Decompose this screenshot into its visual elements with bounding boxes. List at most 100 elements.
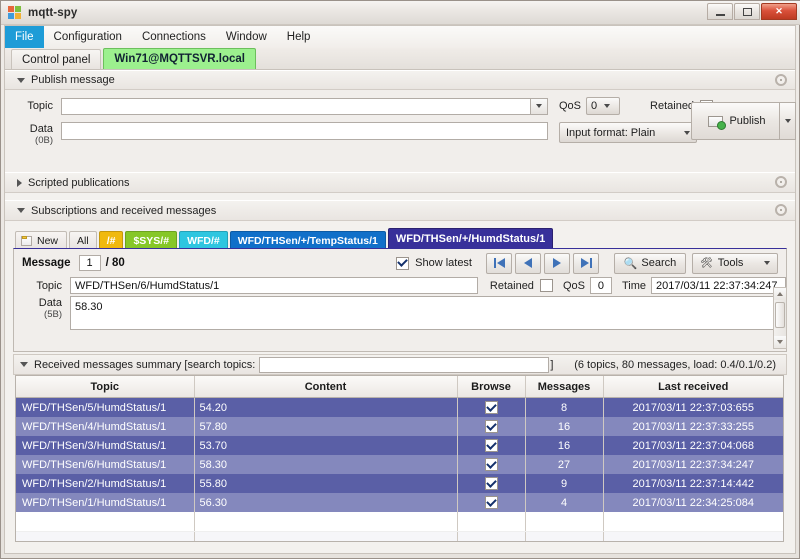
scroll-down-button[interactable] xyxy=(774,336,786,348)
cell-browse[interactable] xyxy=(457,397,526,417)
table-row[interactable]: WFD/THSen/6/HumdStatus/1 58.30 27 2017/0… xyxy=(16,455,783,474)
publish-topic-label: Topic xyxy=(27,100,53,112)
cell-browse[interactable] xyxy=(457,417,526,436)
tools-button-label: Tools xyxy=(717,257,744,269)
browse-checkbox[interactable] xyxy=(484,477,498,490)
publish-options-dropdown[interactable] xyxy=(779,102,796,140)
last-message-button[interactable] xyxy=(573,252,599,274)
table-row[interactable]: WFD/THSen/5/HumdStatus/1 54.20 8 2017/03… xyxy=(16,397,783,417)
detail-data-label: Data xyxy=(38,297,62,309)
summary-search-input[interactable] xyxy=(259,356,550,373)
table-row[interactable]: WFD/THSen/4/HumdStatus/1 57.80 16 2017/0… xyxy=(16,417,783,436)
browse-checkbox[interactable] xyxy=(484,496,498,509)
detail-data-value[interactable]: 58.30 xyxy=(70,296,786,330)
detail-time-value xyxy=(651,277,786,294)
title-bar: mqtt-spy ✕ xyxy=(1,1,800,25)
cell-browse[interactable] xyxy=(457,474,526,493)
gear-icon[interactable] xyxy=(775,204,787,216)
menu-connections[interactable]: Connections xyxy=(132,26,216,48)
subscriptions-header[interactable]: Subscriptions and received messages xyxy=(5,200,795,221)
cell-topic: WFD/THSen/2/HumdStatus/1 xyxy=(16,474,195,493)
tab-connection-win71[interactable]: Win71@MQTTSVR.local xyxy=(103,48,257,69)
publish-message-header[interactable]: Publish message xyxy=(5,70,795,90)
data-scrollbar[interactable] xyxy=(773,287,787,349)
menu-window[interactable]: Window xyxy=(216,26,277,48)
cell-last-received: 2017/03/11 22:37:04:068 xyxy=(603,436,783,455)
detail-retained-label: Retained xyxy=(489,279,534,292)
menu-help[interactable]: Help xyxy=(277,26,321,48)
table-empty-row xyxy=(16,531,783,541)
message-total-label: / 80 xyxy=(105,257,125,269)
collapse-triangle-icon[interactable] xyxy=(20,362,28,367)
cell-browse[interactable] xyxy=(457,455,526,474)
maximize-button[interactable] xyxy=(734,3,760,20)
cell-last-received: 2017/03/11 22:37:14:442 xyxy=(603,474,783,493)
publish-qos-value: 0 xyxy=(591,100,598,112)
publish-message-panel: Topic QoS 0 Retained Data (0B) Input for… xyxy=(5,90,796,173)
search-button[interactable]: 🔍 Search xyxy=(614,252,686,274)
application-window: mqtt-spy ✕ File Configuration Connection… xyxy=(0,0,800,559)
browse-checkbox[interactable] xyxy=(484,401,498,414)
first-message-button[interactable] xyxy=(486,252,512,274)
show-latest-label: Show latest xyxy=(415,257,472,269)
summary-stats: (6 topics, 80 messages, load: 0.4/0.1/0.… xyxy=(574,358,776,371)
table-empty-row xyxy=(16,512,783,532)
window-controls: ✕ xyxy=(706,3,797,20)
table-row[interactable]: WFD/THSen/1/HumdStatus/1 56.30 4 2017/03… xyxy=(16,493,783,512)
collapse-triangle-icon xyxy=(17,77,25,83)
column-header-content[interactable]: Content xyxy=(194,376,458,398)
column-header-browse[interactable]: Browse xyxy=(457,376,526,398)
tools-button[interactable]: 🛠 Tools xyxy=(692,252,778,274)
publish-data-label: Data xyxy=(29,123,53,135)
column-header-last-received[interactable]: Last received xyxy=(603,376,783,398)
scripted-publications-title: Scripted publications xyxy=(28,176,130,189)
table-row[interactable]: WFD/THSen/3/HumdStatus/1 53.70 16 2017/0… xyxy=(16,436,783,455)
gear-icon[interactable] xyxy=(775,176,787,188)
previous-message-button[interactable] xyxy=(515,252,541,274)
scripted-publications-header[interactable]: Scripted publications xyxy=(5,172,795,193)
detail-topic-input[interactable] xyxy=(70,277,478,294)
column-header-topic[interactable]: Topic xyxy=(16,376,195,398)
window-client-area: File Configuration Connections Window He… xyxy=(4,25,796,554)
message-label: Message xyxy=(22,257,71,269)
detail-data-size: (5B) xyxy=(44,309,62,320)
show-latest-checkbox[interactable] xyxy=(396,256,410,270)
browse-checkbox[interactable] xyxy=(484,439,498,452)
menu-file[interactable]: File xyxy=(5,26,44,48)
cell-content: 57.80 xyxy=(194,417,458,436)
cell-topic: WFD/THSen/4/HumdStatus/1 xyxy=(16,417,195,436)
binoculars-icon: 🔍 xyxy=(623,257,638,270)
subscription-tab-humdstatus[interactable]: WFD/THSen/+/HumdStatus/1 xyxy=(387,228,554,250)
gear-icon[interactable] xyxy=(775,74,787,86)
cell-browse[interactable] xyxy=(457,493,526,512)
subscriptions-title: Subscriptions and received messages xyxy=(31,204,217,217)
cell-browse[interactable] xyxy=(457,436,526,455)
column-header-messages[interactable]: Messages xyxy=(525,376,604,398)
expand-triangle-icon xyxy=(17,178,22,187)
minimize-button[interactable] xyxy=(707,3,733,20)
publish-data-input[interactable] xyxy=(61,122,548,140)
received-messages-table: Topic Content Browse Messages Last recei… xyxy=(15,375,784,542)
cell-content: 56.30 xyxy=(194,493,458,512)
publish-topic-dropdown-button[interactable] xyxy=(531,97,548,115)
next-message-button[interactable] xyxy=(544,252,570,274)
new-tab-icon xyxy=(21,236,32,246)
cell-content: 55.80 xyxy=(194,474,458,493)
tab-control-panel[interactable]: Control panel xyxy=(11,49,102,69)
browse-checkbox[interactable] xyxy=(484,458,498,471)
scrollbar-thumb[interactable] xyxy=(775,302,785,328)
browse-checkbox[interactable] xyxy=(484,420,498,433)
window-title: mqtt-spy xyxy=(28,6,78,19)
menu-configuration[interactable]: Configuration xyxy=(44,26,132,48)
publish-topic-input[interactable] xyxy=(61,97,531,115)
close-button[interactable]: ✕ xyxy=(761,3,797,20)
main-tab-bar: Control panel Win71@MQTTSVR.local xyxy=(5,48,795,70)
scroll-up-button[interactable] xyxy=(774,288,786,300)
publish-data-size: (0B) xyxy=(35,135,53,146)
table-row[interactable]: WFD/THSen/2/HumdStatus/1 55.80 9 2017/03… xyxy=(16,474,783,493)
subscription-tab-bar: New All /# $SYS/# WFD/# WFD/THSen/+/Temp… xyxy=(5,226,795,250)
cell-topic: WFD/THSen/1/HumdStatus/1 xyxy=(16,493,195,512)
publish-button[interactable]: Publish xyxy=(691,102,783,140)
search-button-label: Search xyxy=(641,257,677,269)
message-index-input[interactable] xyxy=(78,255,101,271)
